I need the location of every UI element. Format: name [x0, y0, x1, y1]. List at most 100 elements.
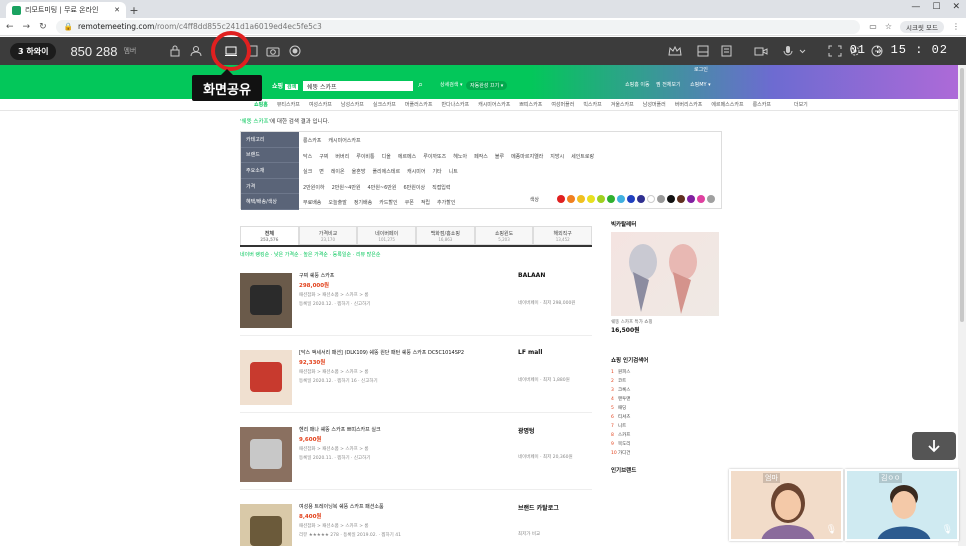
new-tab-button[interactable]: + — [126, 2, 142, 18]
filter-option[interactable]: 무료배송 — [303, 199, 321, 206]
filter-option[interactable]: 4만원~6만원 — [368, 184, 397, 191]
filter-option[interactable]: 레이온 — [331, 168, 345, 175]
filter-option[interactable]: 폴리에스테르 — [372, 168, 400, 175]
filter-option[interactable]: 쿠폰 — [405, 199, 414, 206]
mall-name[interactable]: 브랜드 카탈로그 — [518, 503, 559, 512]
product-tab[interactable]: 가격비교 23,170 — [298, 226, 358, 245]
autocomplete-toggle[interactable]: 자동완성 끄기 ▾ — [466, 81, 508, 90]
rank-item[interactable]: 4 맨투맨 — [611, 395, 723, 404]
filter-option[interactable]: 면 — [319, 168, 324, 175]
color-swatch[interactable] — [577, 195, 585, 203]
product-name[interactable]: 여성용 트레이닝복 쉐뚱 스카프 패션소품 — [299, 503, 519, 510]
filter-option[interactable]: 2만원이하 — [303, 184, 325, 191]
filter-option[interactable]: 페작스 — [474, 153, 488, 160]
scroll-down-button[interactable] — [912, 432, 956, 460]
product-tab[interactable]: 백화점/홈쇼핑 16,863 — [416, 226, 475, 245]
filter-option[interactable]: 캐시미어스카프 — [328, 137, 360, 144]
product-tab[interactable]: 해외직구 13,452 — [533, 226, 593, 245]
color-swatch[interactable] — [707, 195, 715, 203]
rank-item[interactable]: 3 크록스 — [611, 386, 723, 395]
category-tab[interactable]: 여성스카프 — [309, 101, 332, 108]
rank-item[interactable]: 5 패딩 — [611, 404, 723, 413]
rank-item[interactable]: 6 티셔츠 — [611, 413, 723, 422]
product-item[interactable]: 여성용 트레이닝복 쉐뚱 스카프 패션소품 8,400원 패션잡화 > 패션소품 >… — [240, 499, 592, 546]
participants-pill[interactable]: 3 하와이 — [10, 42, 57, 60]
rank-item[interactable]: 8 스카프 — [611, 431, 723, 440]
color-swatch[interactable] — [647, 195, 655, 203]
notes-icon[interactable] — [720, 45, 734, 57]
category-tab[interactable]: 에르메스스카프 — [711, 101, 743, 108]
color-swatch[interactable] — [627, 195, 635, 203]
rank-item[interactable]: 7 니트 — [611, 422, 723, 431]
filter-option[interactable]: 에르메스 — [398, 153, 416, 160]
url-field[interactable]: 🔒 remotemeeting.com/room/c4ff8dd855c241d… — [55, 19, 861, 34]
category-tab[interactable]: 쇼핑홈 — [254, 101, 268, 108]
filter-option[interactable]: 닥스 — [303, 153, 312, 160]
category-tab[interactable]: 실크스카프 — [373, 101, 396, 108]
category-tab[interactable]: 버버리스카프 — [675, 101, 703, 108]
detailed-search-button[interactable]: 상세검색 ▾ — [440, 81, 463, 88]
category-tab[interactable]: 쁘띠스카프 — [519, 101, 542, 108]
color-swatch[interactable] — [557, 195, 565, 203]
incognito-badge[interactable]: 시크릿 모드 — [900, 20, 944, 33]
category-tab[interactable]: 빅스카프 — [583, 101, 601, 108]
filter-option[interactable]: 2만원~4만원 — [332, 184, 361, 191]
rank-item[interactable]: 1 원피스 — [611, 368, 723, 377]
record-icon[interactable] — [288, 45, 302, 57]
shopping-logo[interactable]: 쇼핑 검색 — [272, 81, 299, 90]
filter-option[interactable]: 울혼방 — [352, 168, 366, 175]
category-tab[interactable]: 여성머플러 — [551, 101, 574, 108]
filter-option[interactable]: 구찌 — [319, 153, 328, 160]
filter-option[interactable]: 직접입력 — [432, 184, 450, 191]
color-swatch[interactable] — [657, 195, 665, 203]
shopping-home-link[interactable]: 쇼핑홈 이동 — [625, 81, 650, 88]
product-image[interactable] — [240, 504, 292, 546]
category-tab[interactable]: 남성머플러 — [643, 101, 666, 108]
back-icon[interactable]: ← — [6, 22, 14, 32]
minimize-icon[interactable]: — — [911, 2, 920, 12]
filter-option[interactable]: 디올 — [382, 153, 391, 160]
category-tab[interactable]: 머플러스카프 — [405, 101, 433, 108]
filter-option[interactable]: 롱스카프 — [303, 137, 321, 144]
filter-option[interactable]: 루이까또즈 — [423, 153, 446, 160]
product-item[interactable]: [닥스 액세서리 패션] (DLK109) 쉐뚱 원단 패턴 쉐뚱 스카프 DC… — [240, 345, 592, 413]
forward-icon[interactable]: → — [23, 22, 31, 32]
category-tab[interactable]: 롱스카프 — [753, 101, 771, 108]
filter-option[interactable]: 니트 — [449, 168, 458, 175]
color-swatch[interactable] — [637, 195, 645, 203]
filter-option[interactable]: 기타 — [432, 168, 441, 175]
product-item[interactable]: 구찌 쉐뚱 스카프 298,000원 패션잡화 > 패션소품 > 스카프 > 롱 등록… — [240, 268, 592, 336]
mall-name[interactable]: BALAAN — [518, 272, 545, 279]
category-tab[interactable]: 남성스카프 — [341, 101, 364, 108]
search-icon[interactable]: ⌕ — [418, 80, 430, 92]
filter-option[interactable]: 세인트로랑 — [571, 153, 594, 160]
reload-icon[interactable]: ↻ — [39, 22, 47, 32]
video-tile-1[interactable]: 엄마 🎙 — [729, 469, 843, 541]
product-name[interactable]: [닥스 액세서리 패션] (DLK109) 쉐뚱 원단 패턴 쉐뚱 스카프 DC… — [299, 349, 519, 356]
camera-capture-icon[interactable] — [266, 45, 280, 57]
filter-option[interactable]: 6만원이상 — [404, 184, 426, 191]
menu-kebab-icon[interactable]: ⋮ — [952, 22, 960, 31]
my-shopping-link[interactable]: 쇼핑MY ▾ — [690, 81, 711, 88]
rank-item[interactable]: 9 목도리 — [611, 440, 723, 449]
filter-option[interactable]: 추가할인 — [437, 199, 455, 206]
category-tab[interactable]: 겨울스카프 — [611, 101, 634, 108]
filter-option[interactable]: 적립 — [421, 199, 430, 206]
product-tab[interactable]: 전체 253,576 — [240, 226, 299, 245]
close-window-icon[interactable]: ✕ — [952, 2, 960, 12]
color-swatch[interactable] — [697, 195, 705, 203]
whiteboard-icon[interactable] — [696, 45, 710, 57]
product-tab[interactable]: 쇼핑윈도 5,203 — [474, 226, 534, 245]
mall-name[interactable]: 광명텅 — [518, 426, 535, 435]
category-more[interactable]: 더보기 — [794, 101, 808, 108]
close-tab-icon[interactable]: ✕ — [114, 6, 120, 14]
filter-option[interactable]: 캐시미어 — [407, 168, 425, 175]
filter-option[interactable]: 버버리 — [335, 153, 349, 160]
filter-option[interactable]: 블루 — [495, 153, 504, 160]
sort-options[interactable]: 네이버 랭킹순 · 낮은 가격순 · 높은 가격순 · 등록일순 · 리뷰 많은… — [240, 251, 592, 258]
category-tab[interactable]: 캐시미어스카프 — [478, 101, 510, 108]
color-swatch[interactable] — [677, 195, 685, 203]
browser-tab[interactable]: 리모트미팅 | 무료 온라인 ✕ — [6, 2, 126, 18]
lock-room-icon[interactable] — [168, 45, 182, 57]
microphone-dropdown[interactable] — [782, 45, 808, 57]
